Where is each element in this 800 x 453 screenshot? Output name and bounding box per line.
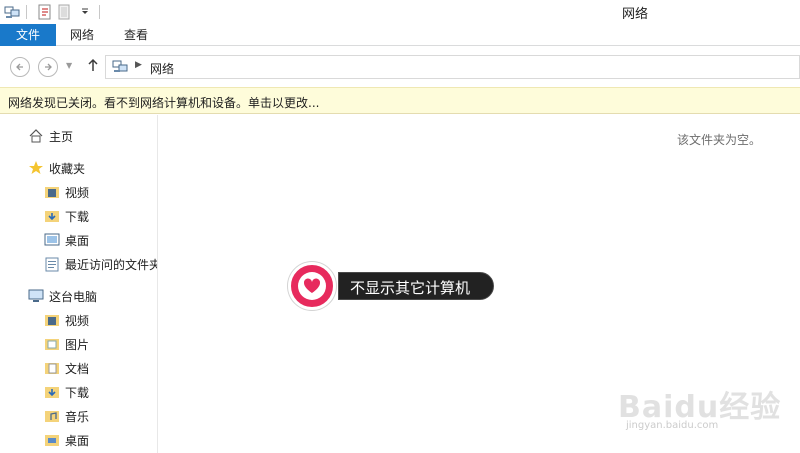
nav-item-favorites-recent[interactable]: 最近访问的文件夹 bbox=[44, 253, 158, 275]
forward-button[interactable] bbox=[38, 57, 58, 77]
nav-label: 图片 bbox=[65, 337, 90, 352]
nav-item-favorites-downloads[interactable]: 下载 bbox=[44, 205, 89, 227]
video-folder-icon bbox=[45, 187, 59, 198]
toolbar-separator bbox=[26, 5, 27, 19]
new-folder-icon[interactable] bbox=[57, 4, 73, 20]
properties-icon[interactable] bbox=[37, 4, 53, 20]
heart-icon bbox=[303, 278, 321, 293]
network-icon bbox=[112, 59, 128, 75]
nav-label: 下载 bbox=[65, 209, 90, 224]
nav-item-pc-desktop[interactable]: 桌面 bbox=[44, 429, 89, 451]
navigation-pane: 主页 收藏夹 视频 下载 桌面 最近访问的文件夹 这台电脑 视频 图片 文档 下… bbox=[0, 115, 158, 453]
documents-folder-icon bbox=[45, 363, 59, 374]
desktop-folder-icon bbox=[45, 435, 59, 446]
nav-item-pc-downloads[interactable]: 下载 bbox=[44, 381, 89, 403]
nav-label: 主页 bbox=[49, 129, 74, 144]
nav-item-pc-pictures[interactable]: 图片 bbox=[44, 333, 89, 355]
watermark-url: jingyan.baidu.com bbox=[626, 420, 719, 431]
nav-item-home[interactable]: 主页 bbox=[28, 125, 73, 147]
nav-item-favorites-videos[interactable]: 视频 bbox=[44, 181, 89, 203]
nav-item-pc-videos[interactable]: 视频 bbox=[44, 309, 89, 331]
address-row: ▼ ▶ 网络 bbox=[0, 47, 800, 87]
star-icon bbox=[29, 161, 43, 174]
nav-label: 文档 bbox=[65, 361, 90, 376]
title-bar: 网络 bbox=[0, 0, 800, 24]
pictures-folder-icon bbox=[45, 339, 59, 350]
callout-badge bbox=[288, 262, 336, 310]
nav-item-pc-documents[interactable]: 文档 bbox=[44, 357, 89, 379]
nav-item-this-pc[interactable]: 这台电脑 bbox=[28, 285, 97, 307]
network-discovery-infobar[interactable]: 网络发现已关闭。看不到网络计算机和设备。单击以更改... bbox=[0, 87, 800, 114]
download-folder-icon bbox=[45, 387, 59, 398]
home-icon bbox=[29, 129, 43, 143]
nav-label: 最近访问的文件夹 bbox=[65, 257, 158, 272]
infobar-message[interactable]: 网络发现已关闭。看不到网络计算机和设备。单击以更改... bbox=[8, 94, 319, 111]
tab-network[interactable]: 网络 bbox=[60, 24, 104, 46]
nav-item-favorites[interactable]: 收藏夹 bbox=[28, 157, 85, 179]
breadcrumb-chevron-right-icon[interactable]: ▶ bbox=[135, 60, 142, 70]
nav-label: 音乐 bbox=[65, 409, 90, 424]
window-title: 网络 bbox=[622, 7, 649, 22]
ribbon-tabs: 文件 网络 查看 bbox=[0, 24, 800, 46]
tab-file[interactable]: 文件 bbox=[0, 24, 56, 46]
nav-label: 桌面 bbox=[65, 233, 90, 248]
up-arrow-icon[interactable] bbox=[87, 58, 99, 76]
address-bar[interactable]: ▶ 网络 bbox=[105, 55, 800, 79]
nav-label: 视频 bbox=[65, 185, 90, 200]
download-folder-icon bbox=[45, 211, 59, 222]
arrow-left-icon bbox=[16, 63, 23, 71]
video-folder-icon bbox=[45, 315, 59, 326]
baidu-watermark: Baidu经验 jingyan.baidu.com bbox=[618, 368, 793, 440]
recent-locations-chevron-down-icon[interactable]: ▼ bbox=[66, 61, 72, 70]
nav-label: 视频 bbox=[65, 313, 90, 328]
breadcrumb-network[interactable]: 网络 bbox=[150, 60, 174, 77]
computer-icon bbox=[28, 289, 44, 302]
music-folder-icon bbox=[45, 411, 59, 422]
nav-item-favorites-desktop[interactable]: 桌面 bbox=[44, 229, 89, 251]
arrow-right-icon bbox=[45, 63, 52, 71]
nav-label: 这台电脑 bbox=[49, 289, 98, 304]
empty-folder-message: 该文件夹为空。 bbox=[677, 133, 762, 147]
quick-access-toolbar bbox=[0, 2, 106, 22]
back-button[interactable] bbox=[10, 57, 30, 77]
customize-toolbar-chevron-down-icon[interactable] bbox=[77, 4, 93, 20]
nav-label: 桌面 bbox=[65, 433, 90, 448]
toolbar-separator bbox=[99, 5, 100, 19]
callout-text: 不显示其它计算机 bbox=[350, 279, 471, 297]
callout-badge-inner bbox=[298, 272, 326, 300]
network-window-icon[interactable] bbox=[4, 4, 20, 20]
tab-view[interactable]: 查看 bbox=[112, 24, 160, 46]
desktop-icon bbox=[44, 233, 60, 246]
nav-label: 下载 bbox=[65, 385, 90, 400]
recent-places-icon bbox=[45, 257, 59, 272]
nav-label: 收藏夹 bbox=[49, 161, 86, 176]
nav-item-pc-music[interactable]: 音乐 bbox=[44, 405, 89, 427]
